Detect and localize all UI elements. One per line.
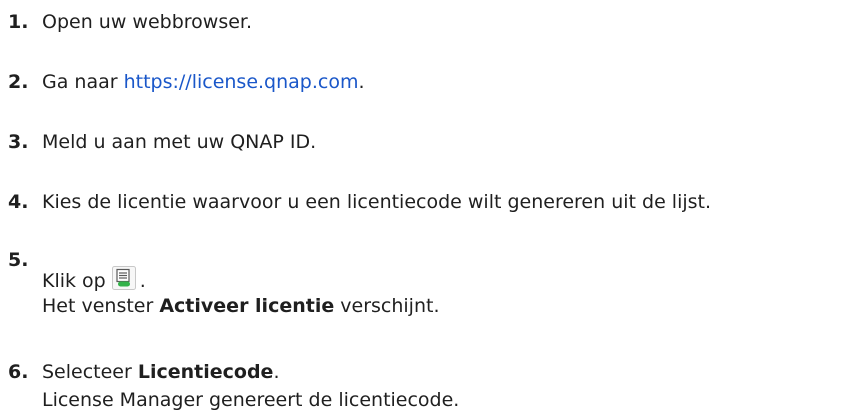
step-number: 6. [8, 361, 29, 383]
step-text-prefix: Selecteer [42, 361, 138, 383]
step-text: Ga naar https://license.qnap.com. [42, 70, 365, 94]
step-text-prefix: Het venster [42, 295, 160, 317]
step-text: Klik op. [42, 266, 146, 293]
step-number: 4. [8, 191, 29, 213]
step-text: Meld u aan met uw QNAP ID. [42, 131, 317, 153]
window-name: Activeer licentie [159, 295, 335, 317]
step-text-line2: License Manager genereert de licentiecod… [42, 389, 460, 411]
license-action-icon[interactable] [111, 266, 136, 290]
option-name: Licentiecode [137, 361, 274, 383]
step-number: 3. [8, 131, 29, 153]
step-text: Selecteer Licentiecode. [42, 360, 280, 384]
step-text: Kies de licentie waarvoor u een licentie… [42, 191, 712, 213]
step-text-suffix: . [358, 71, 365, 93]
license-site-link[interactable]: https://license.qnap.com [124, 71, 359, 93]
step-text-prefix: Klik op [42, 270, 106, 292]
step-text-line2: Het venster Activeer licentie verschijnt… [42, 294, 440, 318]
step-text-suffix: . [139, 270, 146, 292]
step-text: Open uw webbrowser. [42, 11, 253, 33]
step-text-suffix: . [273, 361, 280, 383]
step-number: 2. [8, 71, 29, 93]
step-number: 5. [8, 249, 29, 271]
step-text-prefix: Ga naar [42, 71, 124, 93]
step-text-suffix: verschijnt. [334, 295, 440, 317]
step-number: 1. [8, 11, 29, 33]
